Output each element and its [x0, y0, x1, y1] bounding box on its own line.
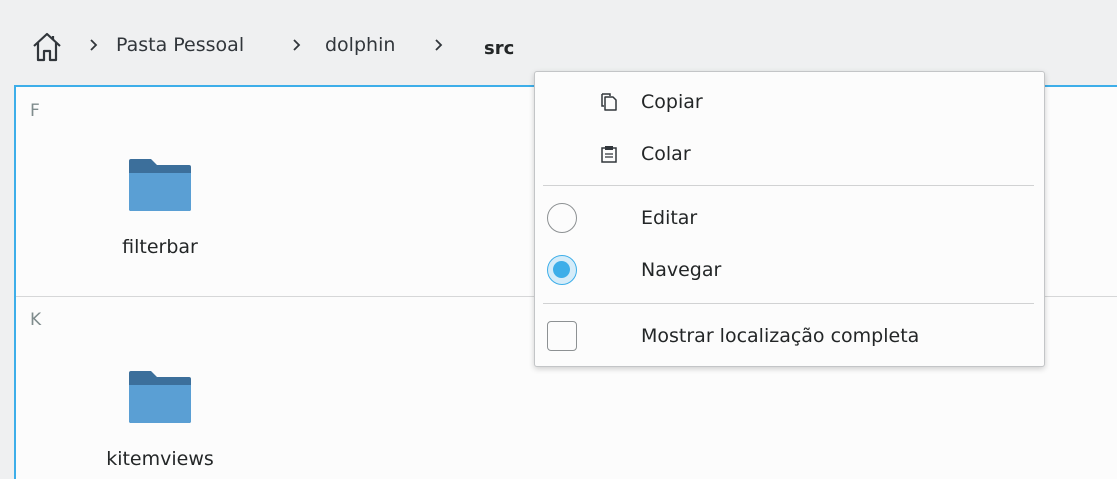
navigate-mode-radio[interactable]: [547, 255, 577, 285]
folder-icon: [129, 159, 191, 211]
menu-item-show-full-path[interactable]: Mostrar localização completa: [537, 314, 1042, 362]
menu-separator: [543, 185, 1034, 186]
folder-item-filterbar[interactable]: filterbar: [90, 157, 230, 259]
folder-item-kitemviews[interactable]: kitemviews: [90, 369, 230, 471]
chevron-right-icon: [435, 39, 443, 51]
breadcrumb-separator[interactable]: [86, 33, 102, 57]
menu-item-paste[interactable]: Colar: [537, 130, 1042, 178]
chevron-right-icon: [90, 39, 98, 51]
group-header-k: K: [30, 310, 42, 330]
menu-item-label: Copiar: [641, 91, 703, 113]
menu-item-label: Navegar: [641, 259, 722, 281]
breadcrumb-separator[interactable]: [289, 33, 305, 57]
menu-separator: [543, 303, 1034, 304]
breadcrumb-home-folder[interactable]: Pasta Pessoal: [116, 32, 244, 58]
folder-label: filterbar: [122, 236, 198, 258]
menu-item-copy[interactable]: Copiar: [537, 78, 1042, 126]
menu-item-edit-mode[interactable]: Editar: [537, 196, 1042, 244]
menu-item-label: Mostrar localização completa: [641, 325, 920, 347]
breadcrumb-context-menu: Copiar Colar Editar Navegar Mostrar loca…: [534, 71, 1045, 367]
menu-item-label: Editar: [641, 207, 698, 229]
folder-icon: [129, 371, 191, 423]
show-full-path-checkbox[interactable]: [547, 321, 577, 351]
menu-item-navigate-mode[interactable]: Navegar: [537, 248, 1042, 296]
home-icon: [33, 32, 61, 62]
paste-icon: [601, 146, 617, 163]
edit-mode-radio[interactable]: [547, 203, 577, 233]
breadcrumb-current[interactable]: src: [484, 36, 514, 62]
home-button[interactable]: [26, 27, 68, 67]
breadcrumb-dolphin[interactable]: dolphin: [325, 32, 395, 58]
copy-icon: [601, 93, 617, 111]
chevron-right-icon: [293, 39, 301, 51]
folder-label: kitemviews: [106, 448, 214, 470]
group-header-f: F: [30, 101, 40, 121]
dolphin-window: Pasta Pessoal dolphin src F filterbar K: [0, 0, 1117, 479]
menu-item-label: Colar: [641, 143, 691, 165]
breadcrumb-separator[interactable]: [431, 33, 447, 57]
